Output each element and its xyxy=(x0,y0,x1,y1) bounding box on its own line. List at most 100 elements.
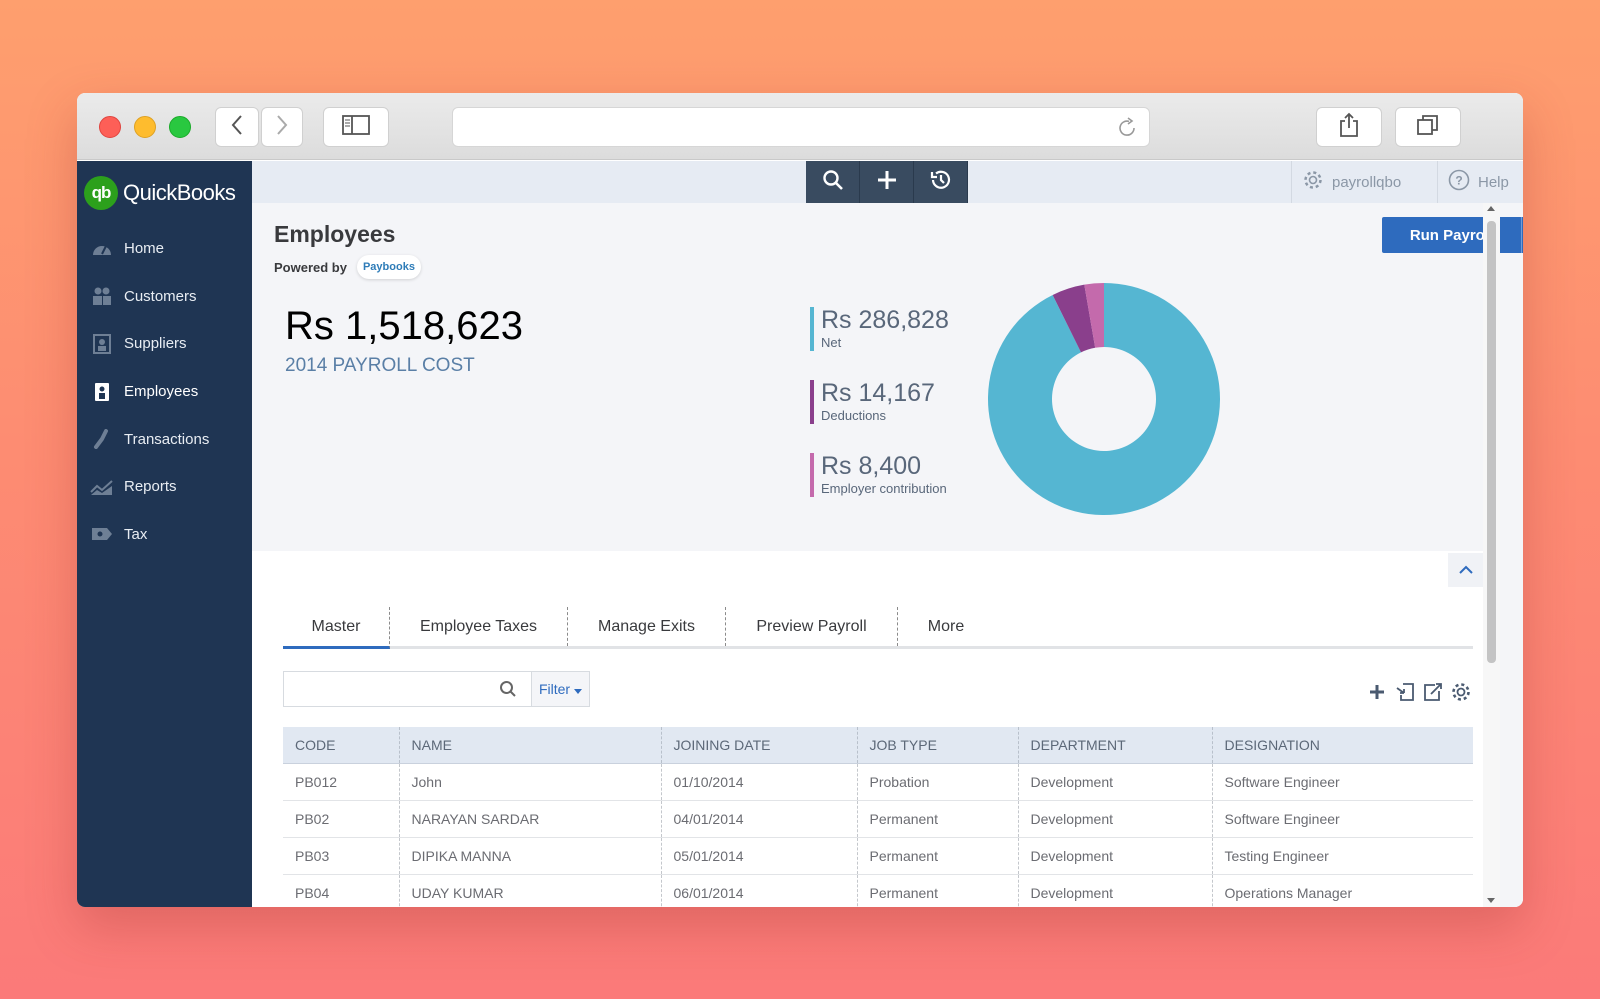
breakdown-amount: Rs 8,400 xyxy=(821,452,922,480)
svg-text:?: ? xyxy=(1455,174,1462,188)
cell-job-type: Permanent xyxy=(857,837,1019,875)
cell-department: Development xyxy=(1018,837,1213,875)
sidebar-item-label: Home xyxy=(124,240,165,258)
filter-label: Filter xyxy=(538,681,571,697)
sidebar-item-suppliers[interactable]: Suppliers xyxy=(77,320,252,368)
forward-icon xyxy=(275,114,289,141)
scroll-up-arrow-icon[interactable] xyxy=(1487,206,1495,211)
page-scrollbar[interactable] xyxy=(1483,203,1500,907)
collapse-button[interactable] xyxy=(1448,553,1484,587)
customers-icon xyxy=(90,285,114,307)
cell-joining-date: 06/01/2014 xyxy=(661,874,858,907)
sidebar-item-label: Tax xyxy=(124,525,148,543)
paybooks-logo[interactable]: Paybooks xyxy=(356,255,421,279)
sidebar-item-tax[interactable]: Tax xyxy=(77,511,252,559)
cell-name: DIPIKA MANNA xyxy=(399,837,662,875)
cell-name: John xyxy=(399,763,662,801)
page-title: Employees xyxy=(274,221,396,247)
column-header-code[interactable]: CODE xyxy=(283,727,400,764)
search-button[interactable] xyxy=(806,161,860,203)
tab-employee-taxes[interactable]: Employee Taxes xyxy=(390,607,568,646)
legend-swatch xyxy=(810,380,814,424)
search-icon xyxy=(822,169,844,196)
browser-window: qb QuickBooks Home Customers Suppliers E… xyxy=(77,93,1523,907)
sidebar-item-reports[interactable]: Reports xyxy=(77,463,252,511)
help-button[interactable]: ? Help xyxy=(1437,161,1523,203)
column-header-joining-date[interactable]: JOINING DATE xyxy=(661,727,858,764)
sidebar-item-transactions[interactable]: Transactions xyxy=(77,415,252,463)
sidebar-item-customers[interactable]: Customers xyxy=(77,273,252,321)
table-row[interactable]: PB03 DIPIKA MANNA 05/01/2014 Permanent D… xyxy=(283,837,1473,875)
scroll-down-arrow-icon[interactable] xyxy=(1487,898,1495,903)
tab-preview-payroll[interactable]: Preview Payroll xyxy=(726,607,898,646)
breakdown-amount: Rs 14,167 xyxy=(821,379,935,407)
column-header-designation[interactable]: DESIGNATION xyxy=(1212,727,1473,764)
scrollbar-thumb[interactable] xyxy=(1487,221,1496,663)
reload-icon[interactable] xyxy=(1115,116,1139,145)
share-button[interactable] xyxy=(1316,107,1382,147)
tab-master[interactable]: Master xyxy=(283,607,390,649)
sidebar-item-home[interactable]: Home xyxy=(77,225,252,273)
transactions-icon xyxy=(90,428,114,450)
column-header-department[interactable]: DEPARTMENT xyxy=(1018,727,1213,764)
sidebar-toggle-button[interactable] xyxy=(323,107,389,147)
add-employee-icon[interactable] xyxy=(1366,681,1388,703)
sidebar-toggle-icon xyxy=(342,114,370,141)
table-row[interactable]: PB02 NARAYAN SARDAR 04/01/2014 Permanent… xyxy=(283,800,1473,838)
zoom-window-button[interactable] xyxy=(169,116,191,138)
search-input[interactable] xyxy=(284,672,532,706)
import-icon[interactable] xyxy=(1394,681,1416,703)
tab-manage-exits[interactable]: Manage Exits xyxy=(568,607,726,646)
run-payroll-split-button: Run Payroll xyxy=(1382,217,1523,253)
main-content: payrollqbo ? Help Employees Powered by P… xyxy=(252,161,1523,907)
breakdown-label: Net xyxy=(821,335,842,350)
create-button[interactable] xyxy=(860,161,914,203)
back-button[interactable] xyxy=(215,107,259,147)
tab-more[interactable]: More xyxy=(898,607,994,646)
export-icon[interactable] xyxy=(1422,681,1444,703)
sidebar-item-employees[interactable]: Employees xyxy=(77,368,252,416)
sidebar-item-label: Suppliers xyxy=(124,335,187,353)
recent-transactions-button[interactable] xyxy=(914,161,968,203)
run-payroll-button[interactable]: Run Payroll xyxy=(1382,217,1521,253)
cell-code: PB02 xyxy=(283,800,400,838)
quickbooks-logo[interactable]: qb QuickBooks xyxy=(77,161,252,225)
employee-list-panel: Master Employee Taxes Manage Exits Previ… xyxy=(252,551,1484,907)
table-tools xyxy=(1366,681,1472,703)
cell-joining-date: 05/01/2014 xyxy=(661,837,858,875)
filter-button[interactable]: Filter xyxy=(532,672,589,706)
share-icon xyxy=(1338,112,1360,143)
cell-joining-date: 04/01/2014 xyxy=(661,800,858,838)
employee-search: Filter xyxy=(283,671,590,707)
run-payroll-dropdown[interactable] xyxy=(1521,217,1523,253)
breakdown-employer-contribution: Rs 8,400 Employer contribution xyxy=(810,451,949,524)
column-header-job-type[interactable]: JOB TYPE xyxy=(857,727,1019,764)
help-label: Help xyxy=(1478,173,1509,191)
gear-icon[interactable] xyxy=(1450,681,1472,703)
table-row[interactable]: PB012 John 01/10/2014 Probation Developm… xyxy=(283,763,1473,801)
plus-icon xyxy=(876,169,898,196)
breakdown-net: Rs 286,828 Net xyxy=(810,305,949,378)
cell-job-type: Probation xyxy=(857,763,1019,801)
cell-job-type: Permanent xyxy=(857,874,1019,907)
legend-swatch xyxy=(810,453,814,497)
close-window-button[interactable] xyxy=(99,116,121,138)
table-row[interactable]: PB04 UDAY KUMAR 06/01/2014 Permanent Dev… xyxy=(283,874,1473,907)
company-settings[interactable]: payrollqbo xyxy=(1291,161,1411,203)
tabs-button[interactable] xyxy=(1395,107,1461,147)
minimize-window-button[interactable] xyxy=(134,116,156,138)
legend-swatch xyxy=(810,307,814,351)
column-header-name[interactable]: NAME xyxy=(399,727,662,764)
powered-by: Powered by Paybooks xyxy=(274,255,421,279)
sidebar-item-label: Employees xyxy=(124,383,199,401)
caret-down-icon xyxy=(574,681,583,697)
search-icon[interactable] xyxy=(499,680,517,703)
employees-icon xyxy=(90,381,114,403)
address-bar[interactable] xyxy=(452,107,1150,147)
company-name: payrollqbo xyxy=(1332,173,1402,191)
forward-button[interactable] xyxy=(261,107,303,147)
sidebar: qb QuickBooks Home Customers Suppliers E… xyxy=(77,161,252,907)
back-icon xyxy=(230,114,244,141)
powered-by-label: Powered by xyxy=(274,259,347,275)
quick-actions xyxy=(806,161,968,203)
